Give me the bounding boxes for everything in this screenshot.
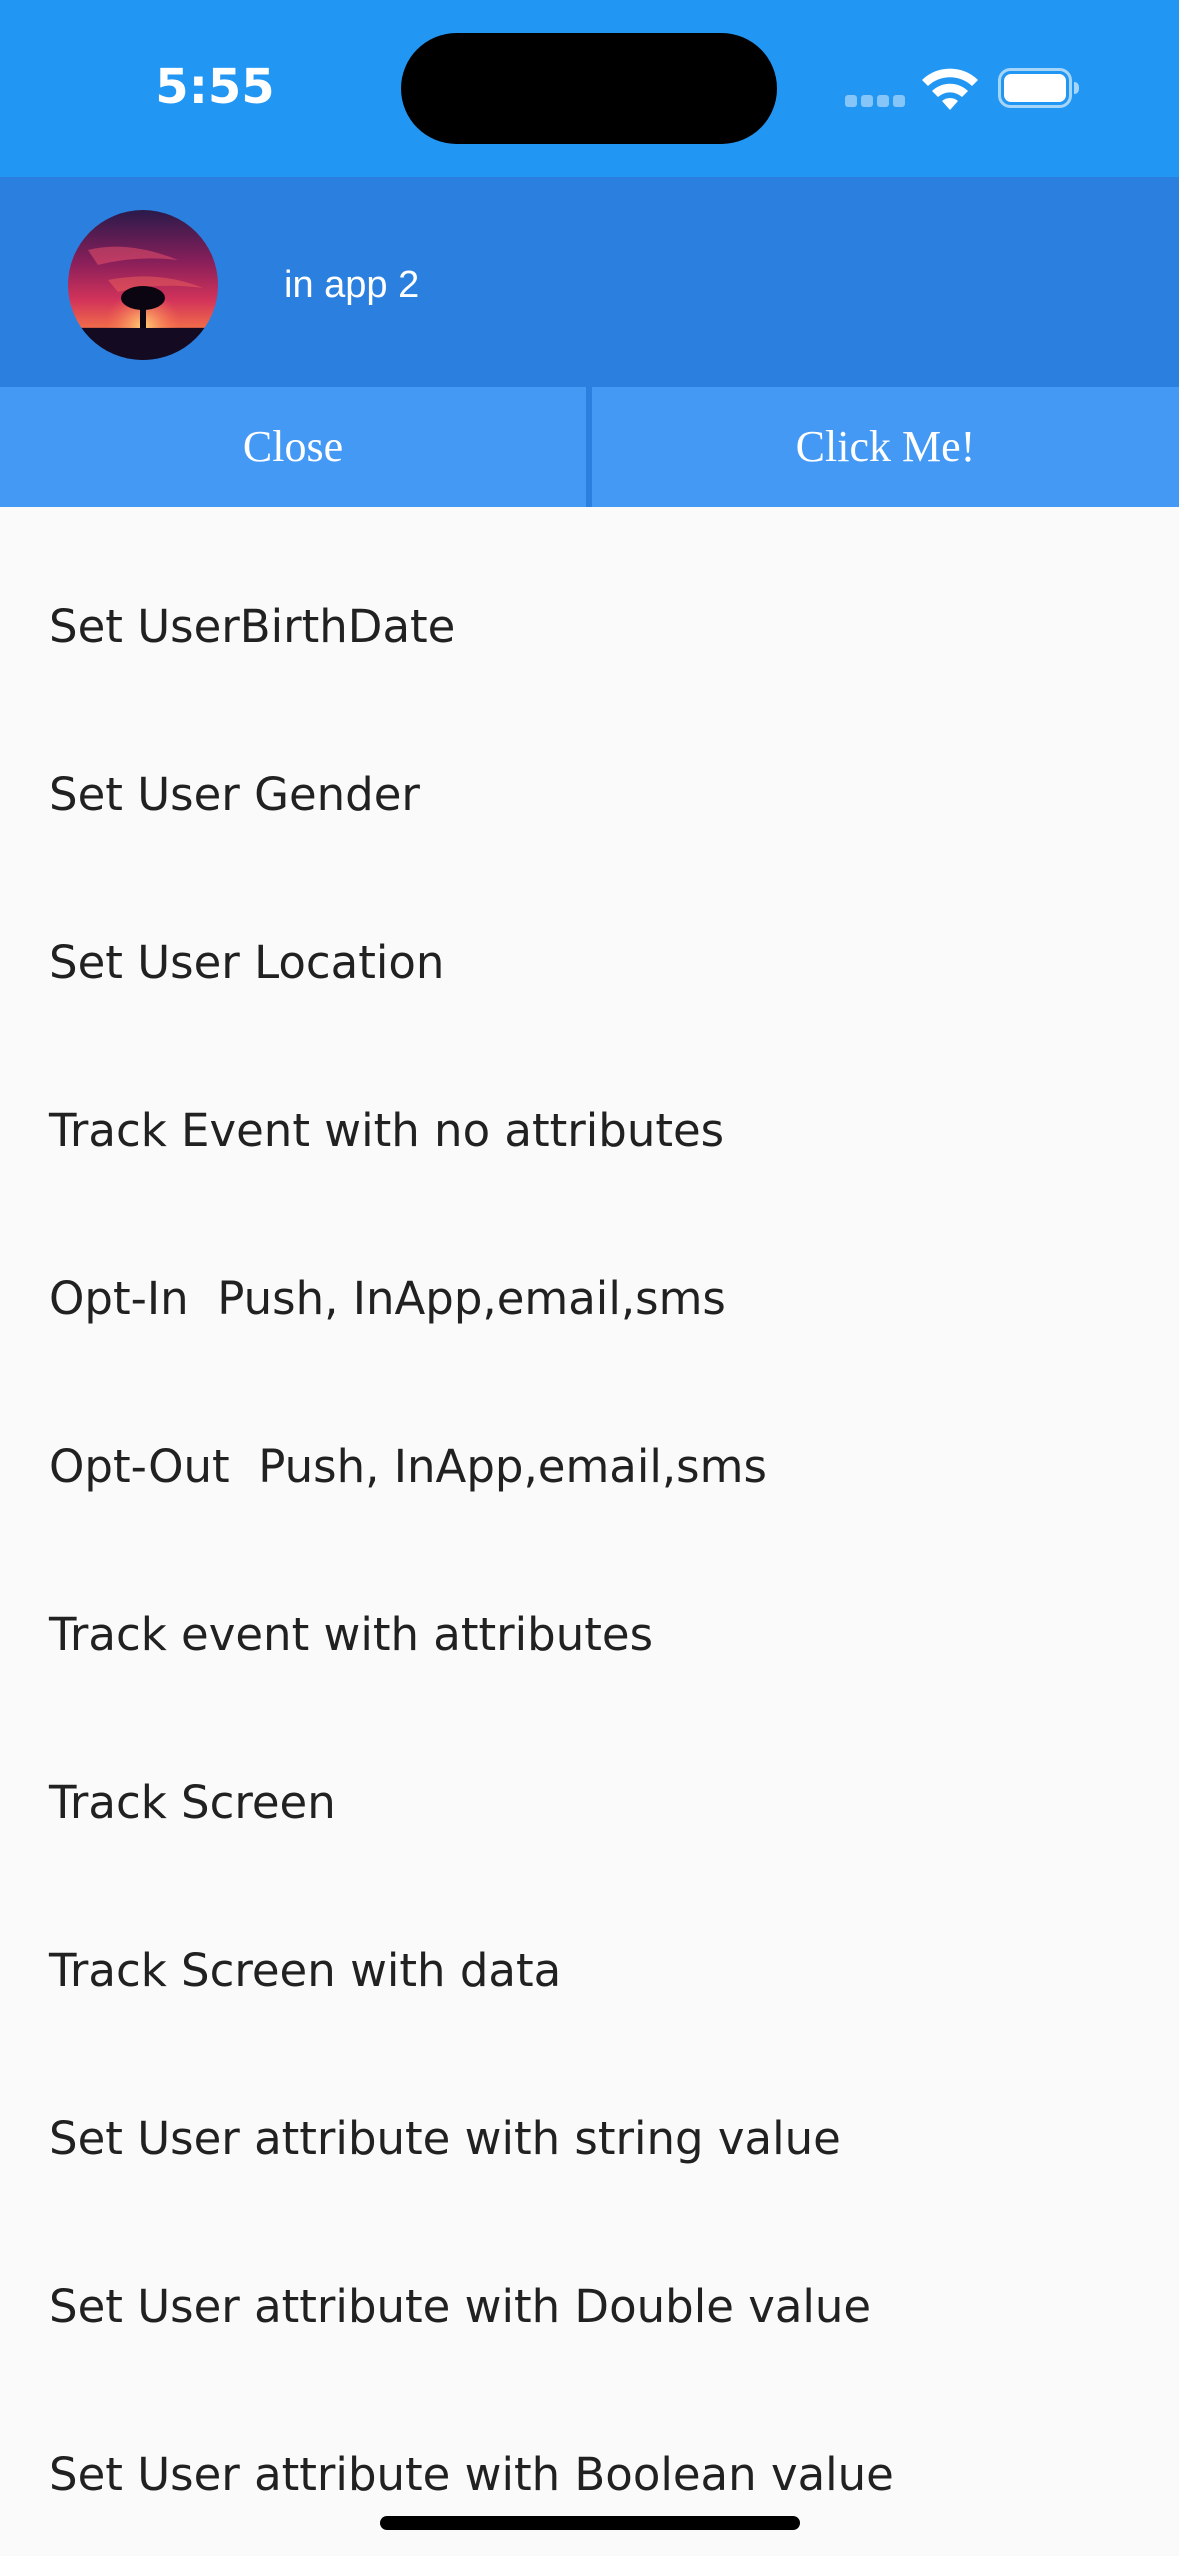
list-item-label: Set User Gender [49,768,420,821]
inapp-title: in app 2 [284,264,420,306]
list-item-label: Track Screen with data [49,1944,562,1997]
list-item[interactable]: Track Screen with data [0,1887,1179,2055]
list-item[interactable]: Track event with attributes [0,1551,1179,1719]
avatar [68,210,218,360]
list-item-label: Track event with attributes [49,1608,654,1661]
action-list[interactable]: Set UserCompany Set UserBirthDate Set User… [0,507,1179,2556]
list-item[interactable]: Set UserCompany [0,507,1179,543]
list-item[interactable]: Opt-Out Push, InApp,email,sms [0,1383,1179,1551]
home-indicator[interactable] [380,2516,800,2530]
list-item-label: Set UserCompany [49,507,454,543]
list-item[interactable]: Opt-In Push, InApp,email,sms [0,1215,1179,1383]
list-item-label: Track Screen [49,1776,336,1829]
list-item[interactable]: Set User attribute with Boolean value [0,2391,1179,2556]
close-button[interactable]: Close [0,387,586,507]
list-item-label: Set User attribute with string value [49,2112,841,2165]
inapp-button-row: Close Click Me! [0,387,1179,507]
list-item-label: Set UserBirthDate [49,600,456,653]
list-item-label: Opt-Out Push, InApp,email,sms [49,1440,767,1493]
battery-icon [998,68,1079,108]
status-bar: 5:55 [0,0,1179,177]
status-time: 5:55 [155,59,275,115]
list-item[interactable]: Set User Gender [0,711,1179,879]
list-item-label: Opt-In Push, InApp,email,sms [49,1272,726,1325]
inapp-message-header: in app 2 [0,177,1179,387]
list-item[interactable]: Track Screen [0,1719,1179,1887]
list-item[interactable]: Set User Location [0,879,1179,1047]
sunset-tree-image [68,210,218,360]
action-list-content: Set UserCompany Set UserBirthDate Set User… [0,507,1179,2556]
list-item[interactable]: Set User attribute with Double value [0,2223,1179,2391]
signal-icon [845,95,905,107]
list-item-label: Set User Location [49,936,445,989]
click-me-button[interactable]: Click Me! [592,387,1179,507]
list-item[interactable]: Track Event with no attributes [0,1047,1179,1215]
list-item[interactable]: Set UserBirthDate [0,543,1179,711]
dynamic-island [401,33,777,144]
wifi-icon [922,68,978,110]
list-item[interactable]: Set User attribute with string value [0,2055,1179,2223]
list-item-label: Track Event with no attributes [49,1104,725,1157]
list-item-label: Set User attribute with Double value [49,2280,872,2333]
list-item-label: Set User attribute with Boolean value [49,2448,894,2501]
